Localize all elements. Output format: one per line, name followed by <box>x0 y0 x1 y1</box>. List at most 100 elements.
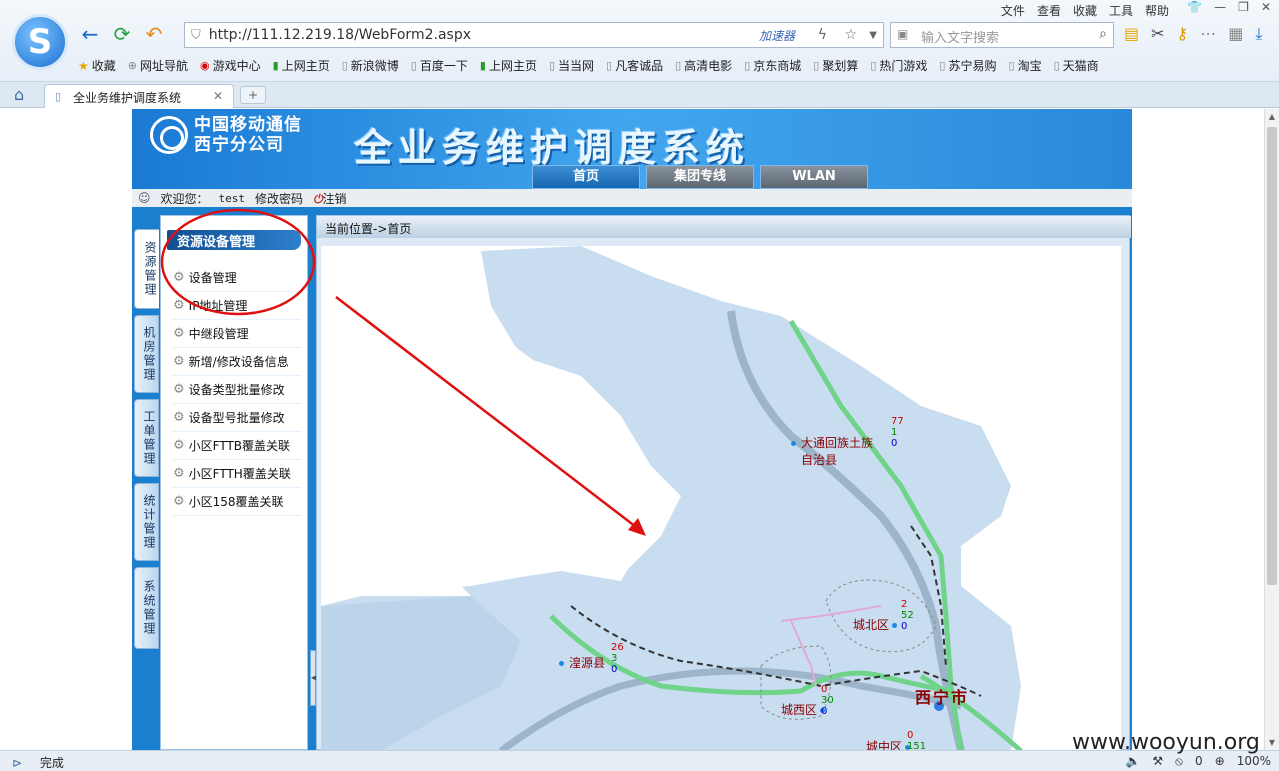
gear-icon: ⚙ <box>173 326 185 341</box>
menu-item-fttb[interactable]: ⚙ 小区FTTB覆盖关联 <box>173 432 301 460</box>
restore-icon[interactable]: ❐ <box>1238 0 1249 14</box>
main-content: 当前位置->首页 大通回族土族 自治县 77 1 0 城北区 2 52 0 湟源… <box>316 215 1131 750</box>
region-label-chengbei[interactable]: 城北区 <box>853 616 902 633</box>
close-icon[interactable]: ✕ <box>213 89 223 103</box>
download-icon[interactable]: ⤓ <box>1255 24 1262 44</box>
skin-icon[interactable]: 👕 <box>1187 0 1202 14</box>
chevron-down-icon[interactable]: ▼ <box>869 30 877 41</box>
china-mobile-logo-icon <box>150 116 188 154</box>
menu-file[interactable]: 文件 <box>1001 2 1025 19</box>
more-icon[interactable]: ⋯ <box>1200 24 1216 44</box>
search-icon[interactable]: ⌕ <box>1099 26 1107 42</box>
page-icon: ▯ <box>55 90 62 103</box>
region-stats-chengzhong: 0 151 <box>907 730 927 750</box>
side-tab-system[interactable]: 系统管理 <box>134 567 159 649</box>
menu-item-158[interactable]: ⚙ 小区158覆盖关联 <box>173 488 301 516</box>
menu-item-relay[interactable]: ⚙ 中继段管理 <box>173 320 301 348</box>
bookmark-item[interactable]: ▯ 热门游戏 <box>870 57 927 74</box>
adblock-icon[interactable]: ⦸ <box>1175 754 1183 769</box>
home-icon[interactable]: ⌂ <box>14 85 24 104</box>
change-password-link[interactable]: 修改密码 <box>255 190 303 207</box>
menu-item-ftth[interactable]: ⚙ 小区FTTH覆盖关联 <box>173 460 301 488</box>
gear-icon: ⚙ <box>173 298 185 313</box>
side-tab-stats[interactable]: 统计管理 <box>134 483 159 561</box>
menu-header: 资源设备管理 <box>167 230 301 250</box>
menu-item-label: 小区FTTH覆盖关联 <box>188 467 291 481</box>
bookmark-item[interactable]: ▯ 京东商城 <box>744 57 801 74</box>
bookmark-item[interactable]: ★ 收藏 <box>78 57 116 74</box>
back-arrow-icon[interactable]: ← <box>78 22 102 46</box>
search-input[interactable]: ▣ 输入文字搜索 ⌕ <box>890 22 1114 48</box>
menu-item-model-batch[interactable]: ⚙ 设备型号批量修改 <box>173 404 301 432</box>
gear-icon: ⚙ <box>173 438 185 453</box>
scroll-down-icon[interactable]: ▼ <box>1265 735 1279 750</box>
bookmark-item[interactable]: ▯ 新浪微博 <box>342 57 399 74</box>
menu-item-label: 设备型号批量修改 <box>188 411 285 425</box>
bookmark-item[interactable]: ▯ 百度一下 <box>411 57 468 74</box>
side-tab-room[interactable]: 机房管理 <box>134 315 159 393</box>
vertical-scrollbar[interactable]: ▲ ▼ <box>1264 109 1279 750</box>
accelerator-label[interactable]: 加速器 <box>759 27 795 44</box>
lightning-icon[interactable]: ϟ <box>818 27 827 43</box>
menu-favorites[interactable]: 收藏 <box>1073 2 1097 19</box>
bookmark-item[interactable]: ▯ 凡客诚品 <box>606 57 663 74</box>
tab-group-line[interactable]: 集团专线 <box>646 165 754 189</box>
browser-logo-icon[interactable]: S <box>12 14 68 70</box>
bookmark-item[interactable]: ◉ 游戏中心 <box>200 57 261 74</box>
page-icon: ▯ <box>1008 59 1015 72</box>
menu-item-type-batch[interactable]: ⚙ 设备类型批量修改 <box>173 376 301 404</box>
bookmark-item[interactable]: ▯ 天猫商 <box>1054 57 1099 74</box>
menu-view[interactable]: 查看 <box>1037 2 1061 19</box>
watermark: www.wooyun.org <box>1072 730 1260 755</box>
address-bar[interactable]: ⛉ http://111.12.219.18/WebForm2.aspx 加速器… <box>184 22 884 48</box>
close-icon[interactable]: ✕ <box>1261 0 1271 14</box>
page-icon: ▯ <box>939 59 946 72</box>
tab-home[interactable]: 首页 <box>532 165 640 189</box>
menu-item-label: 新增/修改设备信息 <box>188 355 289 369</box>
bookmark-item[interactable]: ▯ 当当网 <box>549 57 594 74</box>
menu-item-device[interactable]: ⚙ 设备管理 <box>173 264 301 292</box>
bookmark-item[interactable]: ▯ 高清电影 <box>675 57 732 74</box>
city-label-xining[interactable]: 西宁市 <box>915 684 969 708</box>
gear-icon: ⚙ <box>173 382 185 397</box>
bookmark-item[interactable]: ▯ 淘宝 <box>1009 57 1042 74</box>
menu-item-add-device[interactable]: ⚙ 新增/修改设备信息 <box>173 348 301 376</box>
bookmark-item[interactable]: ⊕ 网址导航 <box>128 57 188 74</box>
minimize-icon[interactable]: — <box>1214 0 1226 14</box>
bookmark-item[interactable]: ▮ 上网主页 <box>480 57 537 74</box>
grid-icon[interactable]: ▦ <box>1228 24 1243 44</box>
speaker-icon[interactable]: 🔈 <box>1125 754 1140 769</box>
scroll-thumb[interactable] <box>1267 127 1277 585</box>
bookmark-item[interactable]: ▯ 苏宁易购 <box>939 57 996 74</box>
browser-tab-active[interactable]: ▯ 全业务维护调度系统 ✕ <box>44 84 234 108</box>
scissors-icon[interactable]: ✂ <box>1151 24 1164 44</box>
map-point-icon <box>791 441 796 446</box>
new-tab-button[interactable]: + <box>240 86 266 104</box>
menu-item-ip[interactable]: ⚙ IP地址管理 <box>173 292 301 320</box>
menu-help[interactable]: 帮助 <box>1145 2 1169 19</box>
sidebar-toggle-icon[interactable]: ⊳ <box>12 756 22 770</box>
url-text[interactable]: http://111.12.219.18/WebForm2.aspx <box>209 27 471 43</box>
extension-icon[interactable]: ▤ <box>1124 24 1139 44</box>
search-engine-icon[interactable]: ▣ <box>897 27 908 41</box>
refresh-icon[interactable]: ⟳ <box>110 22 134 46</box>
logout-link[interactable]: 注销 <box>323 192 347 206</box>
region-label-datong[interactable]: 大通回族土族 自治县 <box>791 434 873 468</box>
region-label-huangyuan[interactable]: 湟源县 <box>559 654 605 671</box>
zoom-level[interactable]: 100% <box>1237 754 1271 769</box>
menu-item-label: 小区FTTB覆盖关联 <box>188 439 291 453</box>
bookmark-item[interactable]: ▯ 聚划算 <box>813 57 858 74</box>
zoom-icon[interactable]: ⊕ <box>1215 754 1225 769</box>
toolbox-icon[interactable]: ⚒ <box>1152 754 1163 769</box>
browser-toolbar: 文件 查看 收藏 工具 帮助 👕 — ❐ ✕ S ← ⟳ ↶ ⛉ http://… <box>0 0 1279 82</box>
tab-wlan[interactable]: WLAN <box>760 165 868 189</box>
menu-item-label: 中继段管理 <box>188 327 249 341</box>
menu-tools[interactable]: 工具 <box>1109 2 1133 19</box>
star-icon[interactable]: ☆ <box>844 27 857 43</box>
scroll-up-icon[interactable]: ▲ <box>1265 109 1279 124</box>
bookmark-item[interactable]: ▮ 上网主页 <box>273 57 330 74</box>
side-tab-workorder[interactable]: 工单管理 <box>134 399 159 477</box>
side-tab-resource[interactable]: 资源管理 <box>134 229 159 309</box>
undo-icon[interactable]: ↶ <box>142 22 166 46</box>
key-icon[interactable]: ⚷ <box>1177 24 1189 44</box>
